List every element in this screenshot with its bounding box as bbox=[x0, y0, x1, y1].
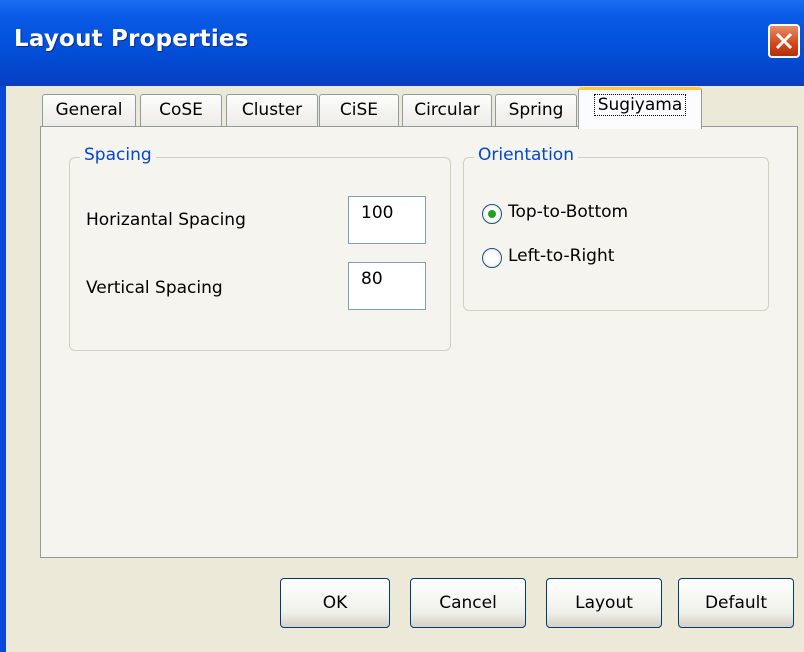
tab-cose[interactable]: CoSE bbox=[140, 94, 222, 127]
tab-label: Spring bbox=[508, 100, 564, 120]
cancel-button[interactable]: Cancel bbox=[410, 578, 526, 628]
vertical-spacing-label: Vertical Spacing bbox=[86, 278, 223, 298]
layout-properties-window: Layout Properties General CoSE Cluster C… bbox=[0, 0, 804, 652]
vertical-spacing-input[interactable]: 80 bbox=[348, 262, 426, 310]
tab-label: Cluster bbox=[241, 100, 303, 120]
tab-label: CiSE bbox=[339, 100, 379, 120]
tab-cluster[interactable]: Cluster bbox=[226, 94, 318, 127]
ok-button[interactable]: OK bbox=[280, 578, 390, 628]
tab-circular[interactable]: Circular bbox=[402, 94, 492, 127]
horizontal-spacing-label: Horizantal Spacing bbox=[86, 210, 246, 230]
default-button[interactable]: Default bbox=[678, 578, 794, 628]
layout-button[interactable]: Layout bbox=[546, 578, 662, 628]
orientation-group-label: Orientation bbox=[474, 145, 578, 165]
tab-cise[interactable]: CiSE bbox=[319, 94, 399, 127]
spacing-group-label: Spacing bbox=[80, 145, 156, 165]
title-bar[interactable]: Layout Properties bbox=[0, 0, 804, 86]
sugiyama-tab-panel: Spacing Horizantal Spacing 100 Vertical … bbox=[40, 126, 798, 558]
spacing-group: Spacing Horizantal Spacing 100 Vertical … bbox=[69, 145, 451, 351]
left-to-right-radio[interactable] bbox=[482, 248, 502, 268]
tab-label: Circular bbox=[414, 100, 480, 120]
tab-spring[interactable]: Spring bbox=[495, 94, 577, 127]
tab-label: CoSE bbox=[159, 100, 203, 120]
orientation-group: Orientation Top-to-Bottom Left-to-Right bbox=[463, 145, 769, 311]
close-icon bbox=[775, 32, 793, 50]
tab-label: Sugiyama bbox=[593, 94, 687, 116]
tab-label: General bbox=[55, 100, 123, 120]
tab-general[interactable]: General bbox=[42, 94, 136, 127]
window-title: Layout Properties bbox=[14, 26, 249, 52]
tab-sugiyama[interactable]: Sugiyama bbox=[578, 87, 702, 129]
top-to-bottom-label[interactable]: Top-to-Bottom bbox=[508, 202, 628, 222]
left-to-right-label[interactable]: Left-to-Right bbox=[508, 246, 614, 266]
close-button[interactable] bbox=[768, 24, 800, 58]
top-to-bottom-radio[interactable] bbox=[482, 204, 502, 224]
horizontal-spacing-input[interactable]: 100 bbox=[348, 196, 426, 244]
